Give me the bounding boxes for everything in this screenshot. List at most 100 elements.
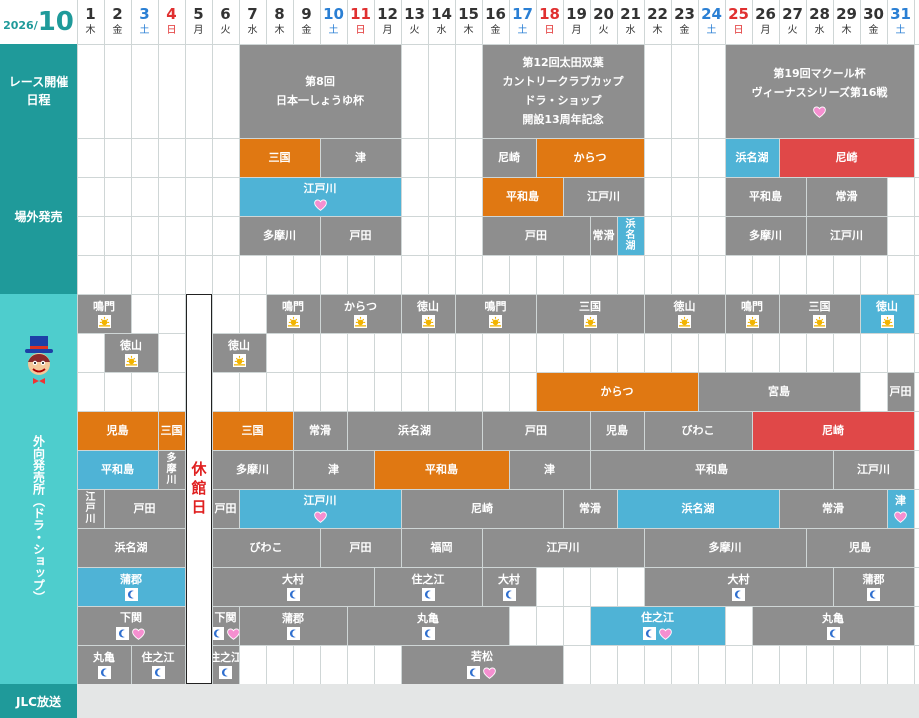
venue-block[interactable]: からつ xyxy=(536,372,698,411)
venue-block[interactable]: 丸亀 xyxy=(752,606,914,645)
venue-block[interactable]: 江戸川 xyxy=(239,177,401,216)
venue-block[interactable]: 鳴門 xyxy=(266,294,320,333)
venue-block[interactable]: 徳山 xyxy=(401,294,455,333)
venue-block[interactable]: 尼崎 xyxy=(482,138,536,177)
venue-block[interactable]: 大村 xyxy=(644,567,833,606)
weekday: 日 xyxy=(733,25,744,36)
venue-block[interactable]: びわこ xyxy=(212,528,320,567)
day-header-24: 24 土 xyxy=(698,0,725,44)
race-event[interactable]: 第8回 日本一しょうゆ杯 xyxy=(239,44,401,138)
venue-block[interactable]: 戸田 xyxy=(320,528,401,567)
venue-block[interactable]: 尼崎 xyxy=(401,489,563,528)
venue-block[interactable]: 浜名湖 xyxy=(347,411,482,450)
venue-block[interactable]: 多摩川 xyxy=(725,216,806,255)
venue-block[interactable]: 下関 xyxy=(77,606,185,645)
venue-icons xyxy=(421,314,435,328)
venue-name: 若松 xyxy=(471,649,493,663)
venue-block[interactable]: 三国 xyxy=(239,138,320,177)
venue-block[interactable]: 江戸川 xyxy=(239,489,401,528)
race-event[interactable]: 第19回マクール杯 ヴィーナスシリーズ第16戦 xyxy=(725,44,914,138)
venue-block[interactable]: 児島 xyxy=(590,411,644,450)
venue-block[interactable]: 常滑 xyxy=(293,411,347,450)
venue-block[interactable]: 蒲郡 xyxy=(239,606,347,645)
venue-block[interactable]: 浜名湖 xyxy=(77,528,185,567)
venue-block[interactable]: 蒲郡 xyxy=(833,567,914,606)
venue-block[interactable]: 平和島 xyxy=(590,450,833,489)
venue-block[interactable]: 江戸川 xyxy=(833,450,914,489)
venue-block[interactable]: 住之江 xyxy=(374,567,482,606)
year-label: 2026/ xyxy=(3,18,38,32)
day-number: 22 xyxy=(647,5,668,23)
venue-block[interactable]: 大村 xyxy=(212,567,374,606)
venue-block[interactable]: 下関 xyxy=(212,606,239,645)
venue-block[interactable]: 丸亀 xyxy=(77,645,131,684)
venue-block[interactable]: 住之江 xyxy=(590,606,725,645)
venue-block[interactable]: 多摩川 xyxy=(239,216,320,255)
venue-block[interactable]: びわこ xyxy=(644,411,752,450)
venue-block[interactable]: 福岡 xyxy=(401,528,482,567)
venue-block[interactable]: 浜名湖 xyxy=(617,489,779,528)
venue-block[interactable]: 三国 xyxy=(212,411,293,450)
grid-line xyxy=(77,254,919,256)
venue-block[interactable]: 児島 xyxy=(806,528,914,567)
venue-block[interactable]: 戸田 xyxy=(104,489,185,528)
venue-block[interactable]: 江戸川 xyxy=(482,528,644,567)
venue-block[interactable]: 三国 xyxy=(779,294,860,333)
venue-block[interactable]: からつ xyxy=(320,294,401,333)
sun-icon xyxy=(678,314,691,328)
venue-block[interactable]: 江戸川 xyxy=(77,489,104,528)
venue-block[interactable]: 多摩川 xyxy=(158,450,185,489)
venue-block[interactable]: 浜名湖 xyxy=(725,138,779,177)
day-header-8: 8木 xyxy=(266,0,293,44)
venue-block[interactable]: 徳山 xyxy=(644,294,725,333)
venue-block[interactable]: 尼崎 xyxy=(779,138,914,177)
venue-block[interactable]: 江戸川 xyxy=(806,216,887,255)
day-header-1: 1木 xyxy=(77,0,104,44)
venue-block[interactable]: 戸田 xyxy=(482,411,590,450)
venue-block[interactable]: 鳴門 xyxy=(77,294,131,333)
venue-block[interactable]: 戸田 xyxy=(482,216,590,255)
venue-block[interactable]: 戸田 xyxy=(212,489,239,528)
venue-block[interactable]: 常滑 xyxy=(563,489,617,528)
venue-block[interactable]: 若松 xyxy=(401,645,563,684)
venue-block[interactable]: 徳山 xyxy=(860,294,914,333)
venue-block[interactable]: 浜名湖 xyxy=(617,216,644,255)
venue-block[interactable]: 児島 xyxy=(77,411,158,450)
venue-block[interactable]: 常滑 xyxy=(779,489,887,528)
venue-block[interactable]: 尼崎 xyxy=(752,411,914,450)
venue-block[interactable]: 戸田 xyxy=(320,216,401,255)
grid-line xyxy=(913,0,915,718)
venue-block[interactable]: 平和島 xyxy=(482,177,563,216)
venue-block[interactable]: 平和島 xyxy=(725,177,806,216)
venue-block[interactable]: 常滑 xyxy=(806,177,887,216)
venue-block[interactable]: からつ xyxy=(536,138,644,177)
venue-block[interactable]: 住之江 xyxy=(131,645,185,684)
venue-block[interactable]: 津 xyxy=(887,489,914,528)
venue-block[interactable]: 丸亀 xyxy=(347,606,509,645)
venue-block[interactable]: 鳴門 xyxy=(725,294,779,333)
venue-block[interactable]: 戸田 xyxy=(887,372,914,411)
venue-block[interactable]: 多摩川 xyxy=(212,450,293,489)
venue-block[interactable]: 蒲郡 xyxy=(77,567,185,606)
venue-block[interactable]: 徳山 xyxy=(104,333,158,372)
venue-block[interactable]: 多摩川 xyxy=(644,528,806,567)
venue-block[interactable]: 平和島 xyxy=(77,450,158,489)
venue-block[interactable]: 三国 xyxy=(158,411,185,450)
venue-icons xyxy=(313,509,328,524)
venue-block[interactable]: 鳴門 xyxy=(455,294,536,333)
venue-block[interactable]: 津 xyxy=(293,450,374,489)
race-event[interactable]: 第12回太田双葉 カントリークラブカップ ドラ・ショップ 開設13周年記念 xyxy=(482,44,644,138)
venue-block[interactable]: 常滑 xyxy=(590,216,617,255)
venue-block[interactable]: 徳山 xyxy=(212,333,266,372)
day-header-18: 18 日 xyxy=(536,0,563,44)
venue-block[interactable]: 平和島 xyxy=(374,450,509,489)
venue-block[interactable]: 大村 xyxy=(482,567,536,606)
weekday: 金 xyxy=(868,25,879,36)
venue-block[interactable]: 津 xyxy=(509,450,590,489)
venue-block[interactable]: 住之江 xyxy=(212,645,239,684)
venue-icons xyxy=(97,314,111,328)
venue-block[interactable]: 江戸川 xyxy=(563,177,644,216)
venue-block[interactable]: 宮島 xyxy=(698,372,860,411)
venue-block[interactable]: 三国 xyxy=(536,294,644,333)
venue-block[interactable]: 津 xyxy=(320,138,401,177)
